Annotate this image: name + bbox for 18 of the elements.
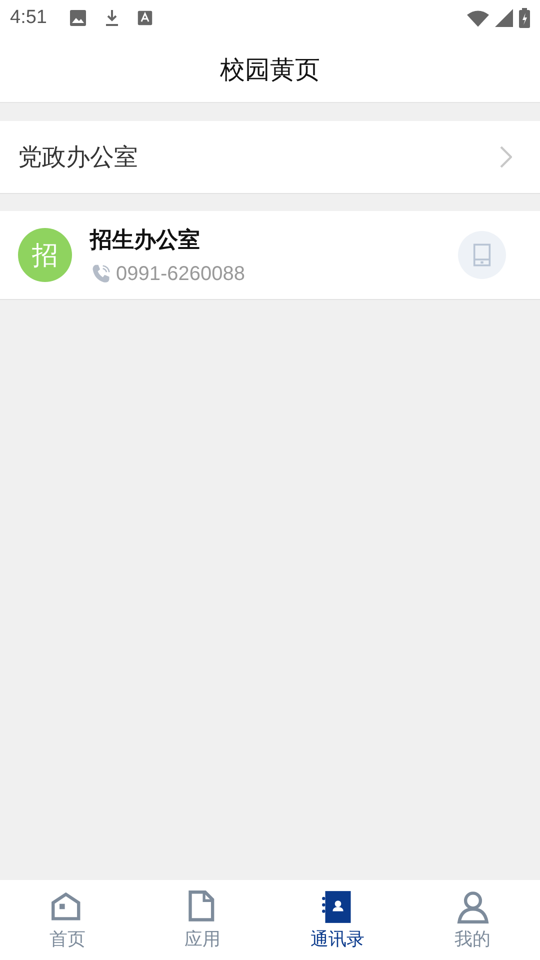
person-icon [456,890,490,924]
clock-time: 4:51 [10,7,47,29]
phone-icon [90,263,112,285]
battery-icon [519,8,530,28]
page-title: 校园黄页 [220,54,320,86]
contact-name: 招生办公室 [90,226,201,254]
phone-number: 0991-6260088 [116,262,246,286]
contact-row[interactable]: 招 招生办公室 0991-6260088 [0,211,540,300]
image-icon [68,9,87,27]
wifi-icon [467,10,489,26]
avatar: 招 [18,228,72,282]
group-name: 党政办公室 [18,142,139,173]
mobile-call-button[interactable] [458,231,506,279]
signal-icon [495,9,513,27]
chevron-right-icon [500,146,512,168]
group-row[interactable]: 党政办公室 [0,121,540,194]
mobile-phone-icon [473,243,491,267]
font-icon [136,10,153,26]
